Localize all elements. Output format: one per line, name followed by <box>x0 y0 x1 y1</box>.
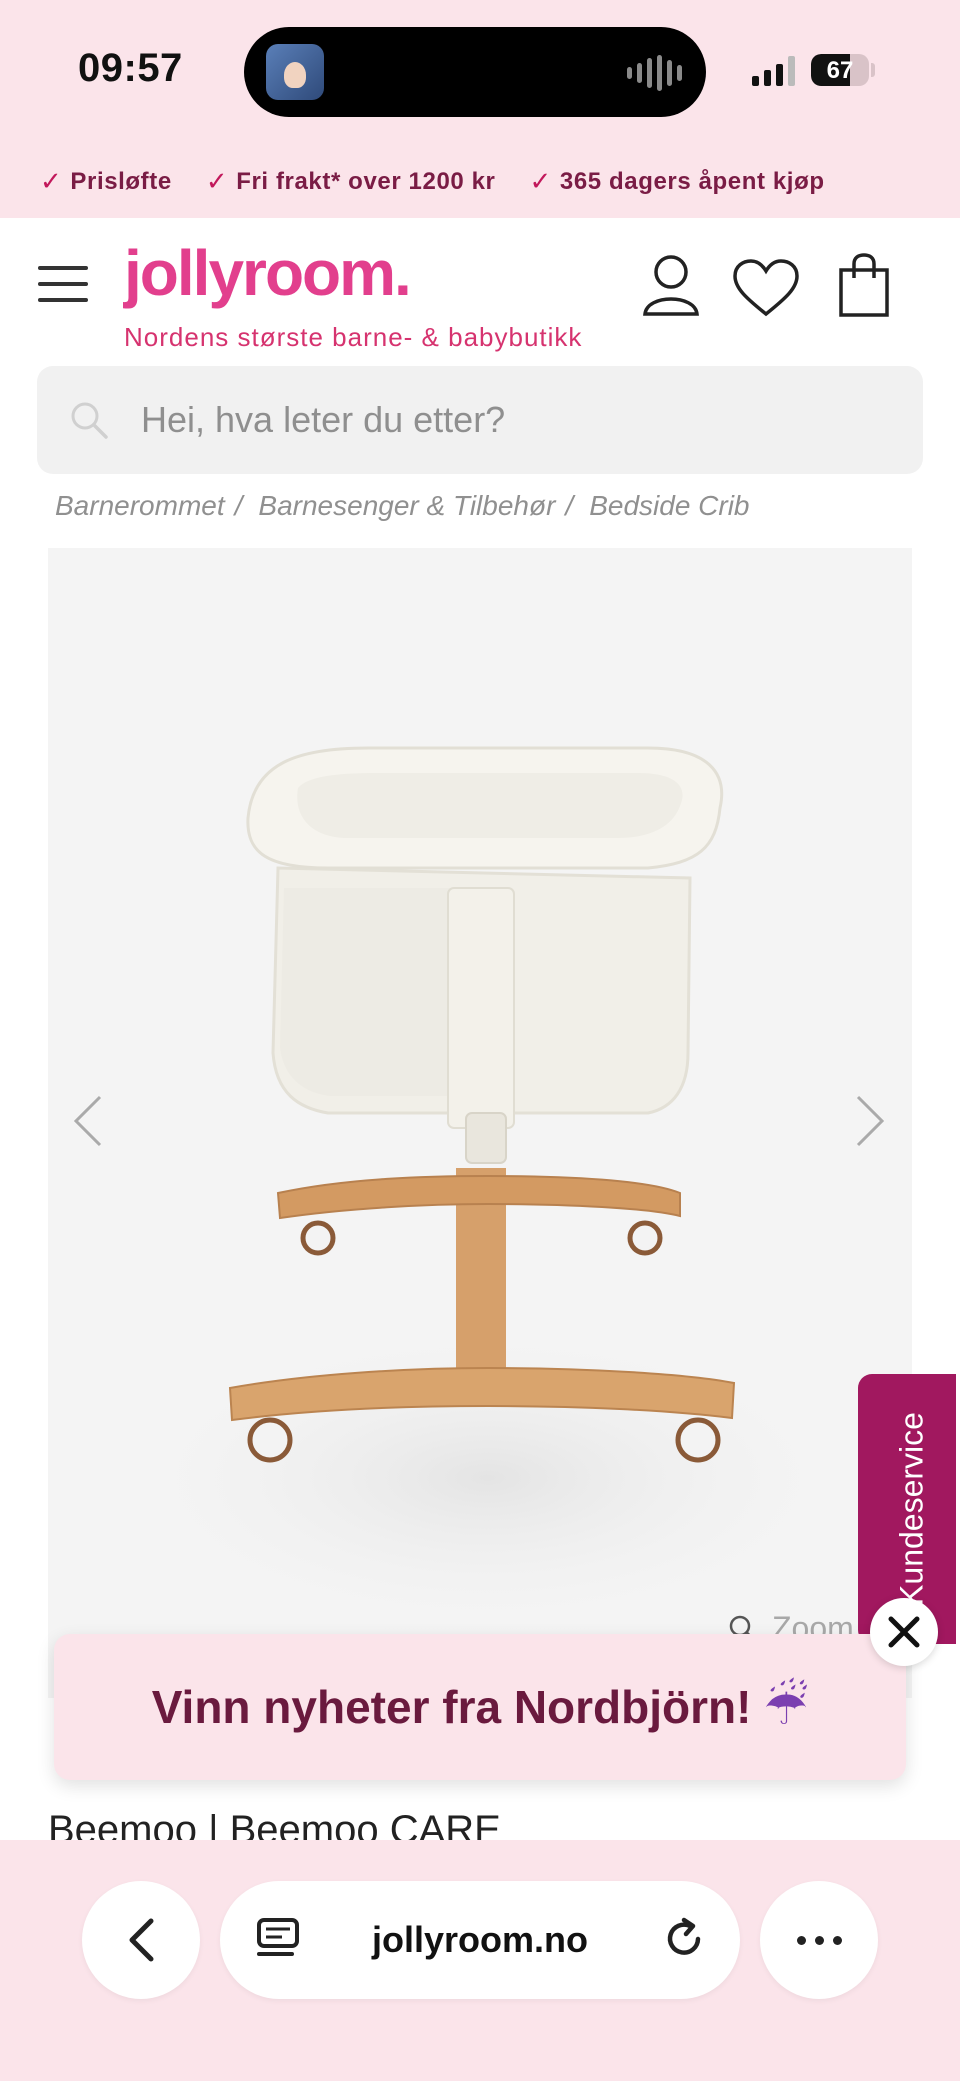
reload-icon[interactable] <box>662 1917 706 1966</box>
promo-text: Vinn nyheter fra Nordbjörn! <box>151 1681 752 1733</box>
gallery-next-arrow-icon[interactable] <box>852 1093 888 1154</box>
usp-label: 365 dagers åpent kjøp <box>559 167 825 195</box>
promo-banner[interactable]: Vinn nyheter fra Nordbjörn! ☔ <box>54 1634 906 1780</box>
usp-item: ✓ Fri frakt* over 1200 kr <box>206 166 496 197</box>
cart-bag-icon[interactable] <box>838 252 890 323</box>
check-icon: ✓ <box>40 166 63 196</box>
browser-address-bar[interactable]: jollyroom.no <box>220 1881 740 1999</box>
ellipsis-dot <box>832 1935 842 1945</box>
breadcrumb-separator: / <box>234 490 243 521</box>
usp-bar: ✓ Prisløfte ✓ Fri frakt* over 1200 kr ✓ … <box>0 145 960 218</box>
site-logo[interactable]: jollyroom. <box>124 236 412 310</box>
account-icon[interactable] <box>642 254 700 321</box>
ellipsis-dot <box>796 1935 806 1945</box>
usp-label: Fri frakt* over 1200 kr <box>236 167 496 195</box>
menu-icon[interactable] <box>38 266 88 302</box>
search-bar[interactable] <box>37 366 923 474</box>
site-header: jollyroom. Nordens største barne- & baby… <box>0 218 960 366</box>
dynamic-island[interactable] <box>244 27 706 117</box>
browser-back-button[interactable] <box>82 1881 200 1999</box>
breadcrumb-link[interactable]: Barnesenger & Tilbehør <box>258 490 555 522</box>
ellipsis-dot <box>814 1935 824 1945</box>
site-tagline: Nordens største barne- & babybutikk <box>124 322 583 352</box>
check-icon: ✓ <box>529 166 552 196</box>
usp-item: ✓ 365 dagers åpent kjøp <box>530 166 825 197</box>
battery-icon: 67 <box>811 54 869 86</box>
battery-tip <box>871 63 875 77</box>
battery-percent: 67 <box>826 57 854 84</box>
search-icon <box>69 400 109 445</box>
browser-toolbar: jollyroom.no <box>0 1840 960 2081</box>
breadcrumb: Barnerommet / Barnesenger & Tilbehør / Bed… <box>55 490 750 522</box>
product-image-gallery[interactable] <box>48 548 912 1698</box>
gallery-prev-arrow-icon[interactable] <box>70 1093 106 1154</box>
usp-item: ✓ Prisløfte <box>40 166 172 197</box>
usp-label: Prisløfte <box>70 167 172 195</box>
status-bar: 09:57 67 <box>0 0 960 145</box>
now-playing-thumbnail <box>266 44 324 100</box>
customer-service-label: Kundeservice <box>893 1412 930 1606</box>
breadcrumb-separator: / <box>565 490 574 521</box>
chevron-left-icon <box>129 1918 154 1962</box>
product-image-bedside-crib <box>108 746 868 1638</box>
status-time: 09:57 <box>78 46 183 90</box>
breadcrumb-link[interactable]: Bedside Crib <box>589 490 749 522</box>
promo-close-button[interactable] <box>870 1598 938 1666</box>
check-icon: ✓ <box>205 166 229 196</box>
more-options-button[interactable] <box>760 1881 878 1999</box>
breadcrumb-link[interactable]: Barnerommet <box>55 490 225 522</box>
audio-waveform-icon <box>627 55 682 91</box>
umbrella-rain-icon: ☔ <box>763 1679 809 1735</box>
search-input[interactable] <box>141 366 881 474</box>
cellular-signal-icon <box>752 56 795 86</box>
wishlist-heart-icon[interactable] <box>732 258 800 323</box>
close-icon <box>888 1616 920 1648</box>
